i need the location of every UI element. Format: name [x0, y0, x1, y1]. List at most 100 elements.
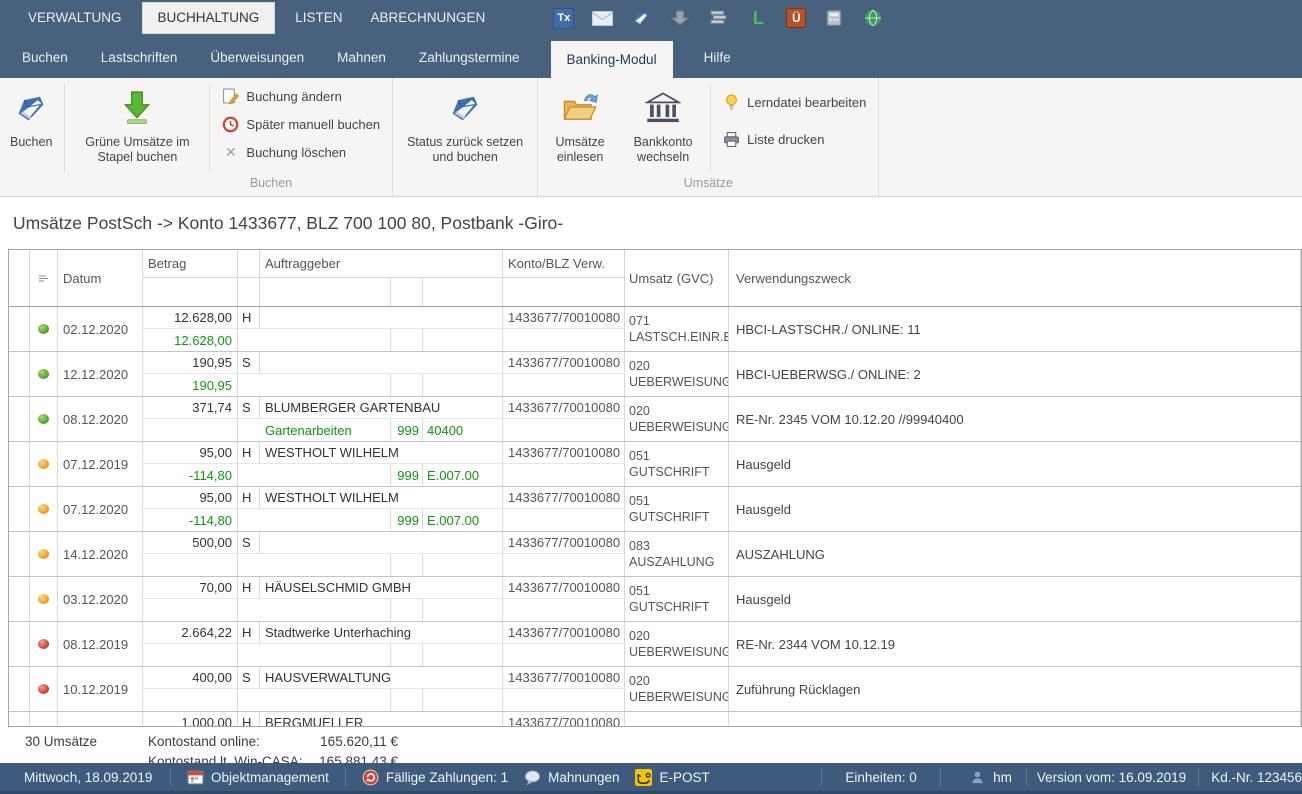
cell-konto-blz: 1433677/70010080	[503, 667, 625, 689]
transaction-row[interactable]: 07.12.2020 95,00 H WESTHOLT WILHELM 1433…	[9, 487, 1301, 532]
cell-betrag: 190,95	[143, 352, 238, 374]
buchung-loeschen-button[interactable]: ✕ Buchung löschen	[222, 144, 380, 161]
cell-konto-code	[423, 374, 503, 396]
ue-icon[interactable]: Ü	[786, 8, 806, 28]
l-icon[interactable]: L	[747, 7, 769, 29]
header-betrag[interactable]: Betrag	[143, 250, 238, 278]
cell-konto-blz: 1433677/70010080	[503, 487, 625, 509]
cell-soll-haben: H	[238, 442, 260, 464]
transaction-row[interactable]: 12.12.2020 190,95 S 1433677/70010080 190…	[9, 352, 1301, 397]
mail-icon[interactable]	[591, 7, 613, 29]
lerndatei-bearbeiten-button[interactable]: Lerndatei bearbeiten	[723, 94, 866, 111]
globe-icon[interactable]	[862, 7, 884, 29]
lightbulb-icon	[723, 94, 740, 111]
cell-datum: 03.12.2020	[58, 577, 143, 621]
transaction-row[interactable]: 02.12.2020 12.628,00 H 1433677/70010080 …	[9, 307, 1301, 352]
printer-icon	[723, 131, 740, 148]
edit-page-icon	[222, 88, 239, 105]
cell-konto-code	[423, 644, 503, 666]
menu-listen[interactable]: LISTEN	[287, 3, 350, 33]
table-header: Datum Betrag Auftraggeber Konto/BLZ Verw…	[9, 250, 1301, 307]
cell-konto-blz: 1433677/70010080	[503, 397, 625, 419]
cell-objekt-nr: 999	[391, 464, 423, 486]
sort-status-icon[interactable]	[30, 250, 58, 306]
book-icon[interactable]	[630, 7, 652, 29]
statusbar-mahnungen[interactable]: Mahnungen	[524, 769, 619, 786]
transaction-row[interactable]: 14.12.2020 500,00 S 1433677/70010080 083…	[9, 532, 1301, 577]
header-auftraggeber[interactable]: Auftraggeber	[260, 250, 503, 278]
cell-konto-blz: 1433677/70010080	[503, 352, 625, 374]
menu-verwaltung[interactable]: VERWALTUNG	[20, 3, 130, 33]
tab-zahlungstermine[interactable]: Zahlungstermine	[417, 36, 522, 78]
cell-soll-haben: H	[238, 487, 260, 509]
cell-umsatz-gvc: 020 UEBERWEISUNG	[625, 667, 729, 711]
cell-verwendungszweck: Hausgeld	[729, 487, 1301, 531]
download-icon[interactable]	[669, 7, 691, 29]
transaction-row[interactable]: 08.12.2019 2.664,22 H Stadtwerke Unterha…	[9, 622, 1301, 667]
transaction-row[interactable]: 03.12.2020 70,00 H HÄUSELSCHMID GMBH 143…	[9, 577, 1301, 622]
buchen-button[interactable]: Buchen	[2, 82, 60, 174]
book-icon	[447, 88, 483, 128]
statusbar-kundennummer: Kd.-Nr. 123456	[1211, 770, 1302, 785]
transaction-row[interactable]: 1.000,00 H BERGMUELLER 1433677/70010080	[9, 712, 1301, 727]
clipboard-icon[interactable]	[823, 7, 845, 29]
group-label-umsaetze: Umsätze	[538, 174, 878, 196]
status-zurueck-setzen-button[interactable]: Status zurück setzen und buchen	[395, 82, 535, 174]
header-konto-blz[interactable]: Konto/BLZ Verw.	[503, 250, 625, 278]
cell-konto-blz: 1433677/70010080	[503, 442, 625, 464]
mahnungen-bubble-icon	[524, 769, 541, 786]
transaction-row[interactable]: 07.12.2019 95,00 H WESTHOLT WILHELM 1433…	[9, 442, 1301, 487]
cell-buchungsbetrag	[143, 644, 238, 666]
cell-buchungsbetrag	[143, 599, 238, 621]
statusbar-date: Mittwoch, 18.09.2019	[24, 770, 152, 785]
spaeter-manuell-buchen-button[interactable]: Später manuell buchen	[222, 116, 380, 133]
tab-buchen[interactable]: Buchen	[20, 36, 70, 78]
cell-betrag: 371,74	[143, 397, 238, 419]
app-window: VERWALTUNG BUCHHALTUNG LISTEN ABRECHNUNG…	[0, 0, 1302, 794]
liste-drucken-button[interactable]: Liste drucken	[723, 131, 866, 148]
tx-icon[interactable]: Tx	[553, 8, 574, 29]
header-datum[interactable]: Datum	[58, 250, 143, 306]
cell-auftraggeber: HAUSVERWALTUNG	[260, 667, 503, 689]
main-menu: VERWALTUNG BUCHHALTUNG LISTEN ABRECHNUNG…	[0, 2, 505, 34]
tab-banking-modul[interactable]: Banking-Modul	[551, 41, 673, 78]
tab-ueberweisungen[interactable]: Überweisungen	[208, 36, 306, 78]
group-label-empty	[393, 174, 537, 196]
list-icon[interactable]	[708, 7, 730, 29]
transaction-row[interactable]: 10.12.2019 400,00 S HAUSVERWALTUNG 14336…	[9, 667, 1301, 712]
cell-konto-code	[423, 689, 503, 711]
status-dot-cell	[30, 487, 58, 531]
cell-soll-haben: S	[238, 667, 260, 689]
statusbar-epost[interactable]: E-POST	[635, 769, 709, 786]
header-verwendungszweck[interactable]: Verwendungszweck	[729, 250, 1301, 306]
transaction-row[interactable]: 08.12.2020 371,74 S BLUMBERGER GARTENBAU…	[9, 397, 1301, 442]
menu-abrechnungen[interactable]: ABRECHNUNGEN	[363, 3, 494, 33]
clock-icon	[222, 116, 239, 133]
tab-lastschriften[interactable]: Lastschriften	[99, 36, 180, 78]
buchung-aendern-button[interactable]: Buchung ändern	[222, 88, 380, 105]
ribbon: Buchen Grüne Umsätze im Stapel buchen Bu…	[0, 78, 1302, 197]
header-umsatz-gvc[interactable]: Umsatz (GVC)	[625, 250, 729, 306]
kontostand-online-label: Kontostand online:	[148, 734, 310, 749]
umsaetze-einlesen-button[interactable]: Umsätze einlesen	[540, 82, 620, 174]
cell-soll-haben: S	[238, 397, 260, 419]
status-dot	[38, 459, 49, 469]
tab-mahnen[interactable]: Mahnen	[335, 36, 388, 78]
cell-konto-code: 40400	[423, 419, 503, 441]
menu-buchhaltung[interactable]: BUCHHALTUNG	[142, 2, 276, 34]
gruene-umsaetze-stapel-button[interactable]: Grüne Umsätze im Stapel buchen	[69, 82, 205, 174]
cell-buchungsbetrag	[143, 554, 238, 576]
statusbar-faellige-zahlungen[interactable]: Fällige Zahlungen: 1	[362, 769, 508, 786]
cell-verwendungszweck	[729, 712, 1301, 727]
transactions-table: Datum Betrag Auftraggeber Konto/BLZ Verw…	[8, 249, 1302, 727]
statusbar-objektmanagement[interactable]: Objektmanagement	[187, 769, 329, 786]
due-payments-icon	[362, 769, 379, 786]
ribbon-group-buchen: Buchen Grüne Umsätze im Stapel buchen Bu…	[0, 78, 393, 196]
cell-objekt-nr	[391, 689, 423, 711]
cell-betrag: 1.000,00	[143, 712, 238, 727]
status-dot-cell	[30, 622, 58, 666]
cell-verwendungszweck: HBCI-UEBERWSG./ ONLINE: 2	[729, 352, 1301, 396]
tab-hilfe[interactable]: Hilfe	[702, 36, 733, 78]
bankkonto-wechseln-button[interactable]: Bankkonto wechseln	[620, 82, 706, 174]
objektmanagement-icon	[187, 769, 204, 786]
